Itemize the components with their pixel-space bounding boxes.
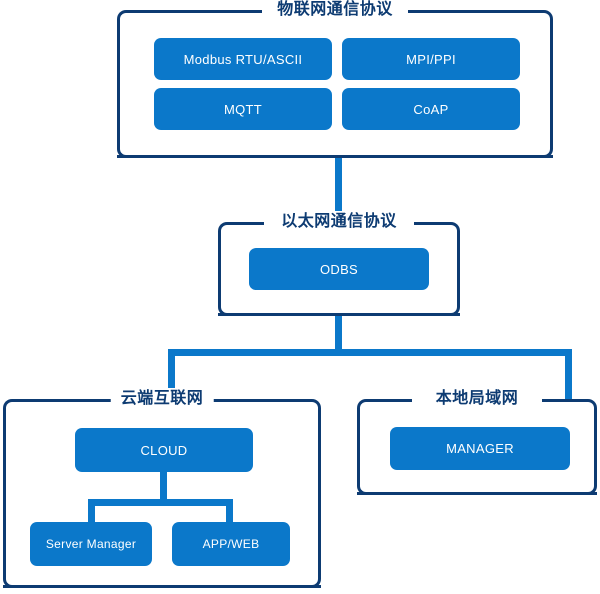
group-ethernet-protocol-title: 以太网通信协议 (271, 211, 407, 233)
group-iot-protocols-title: 物联网通信协议 (267, 0, 403, 21)
connector-to-lan (565, 349, 572, 399)
node-modbus-rtu-ascii[interactable]: Modbus RTU/ASCII (154, 38, 332, 80)
node-manager[interactable]: MANAGER (390, 427, 570, 470)
connector-cloud-to-app-web (226, 499, 233, 524)
node-cloud[interactable]: CLOUD (75, 428, 253, 472)
node-odbs[interactable]: ODBS (249, 248, 429, 290)
node-mqtt[interactable]: MQTT (154, 88, 332, 130)
group-cloud-internet-title: 云端互联网 (110, 388, 214, 410)
frame-edge-bottom (357, 492, 597, 495)
frame-edge-left (117, 10, 262, 158)
group-iot-protocols: 物联网通信协议 (117, 0, 553, 158)
node-mpi-ppi[interactable]: MPI/PPI (342, 38, 520, 80)
node-coap[interactable]: CoAP (342, 88, 520, 130)
frame-edge-right (408, 10, 553, 158)
connector-split-bar (168, 349, 572, 356)
node-server-manager[interactable]: Server Manager (30, 522, 152, 566)
node-app-web[interactable]: APP/WEB (172, 522, 290, 566)
group-local-lan-title: 本地局域网 (425, 388, 529, 410)
connector-cloud-split-bar (88, 499, 233, 506)
connector-cloud-to-server-manager (88, 499, 95, 524)
frame-edge-bottom (3, 585, 321, 588)
